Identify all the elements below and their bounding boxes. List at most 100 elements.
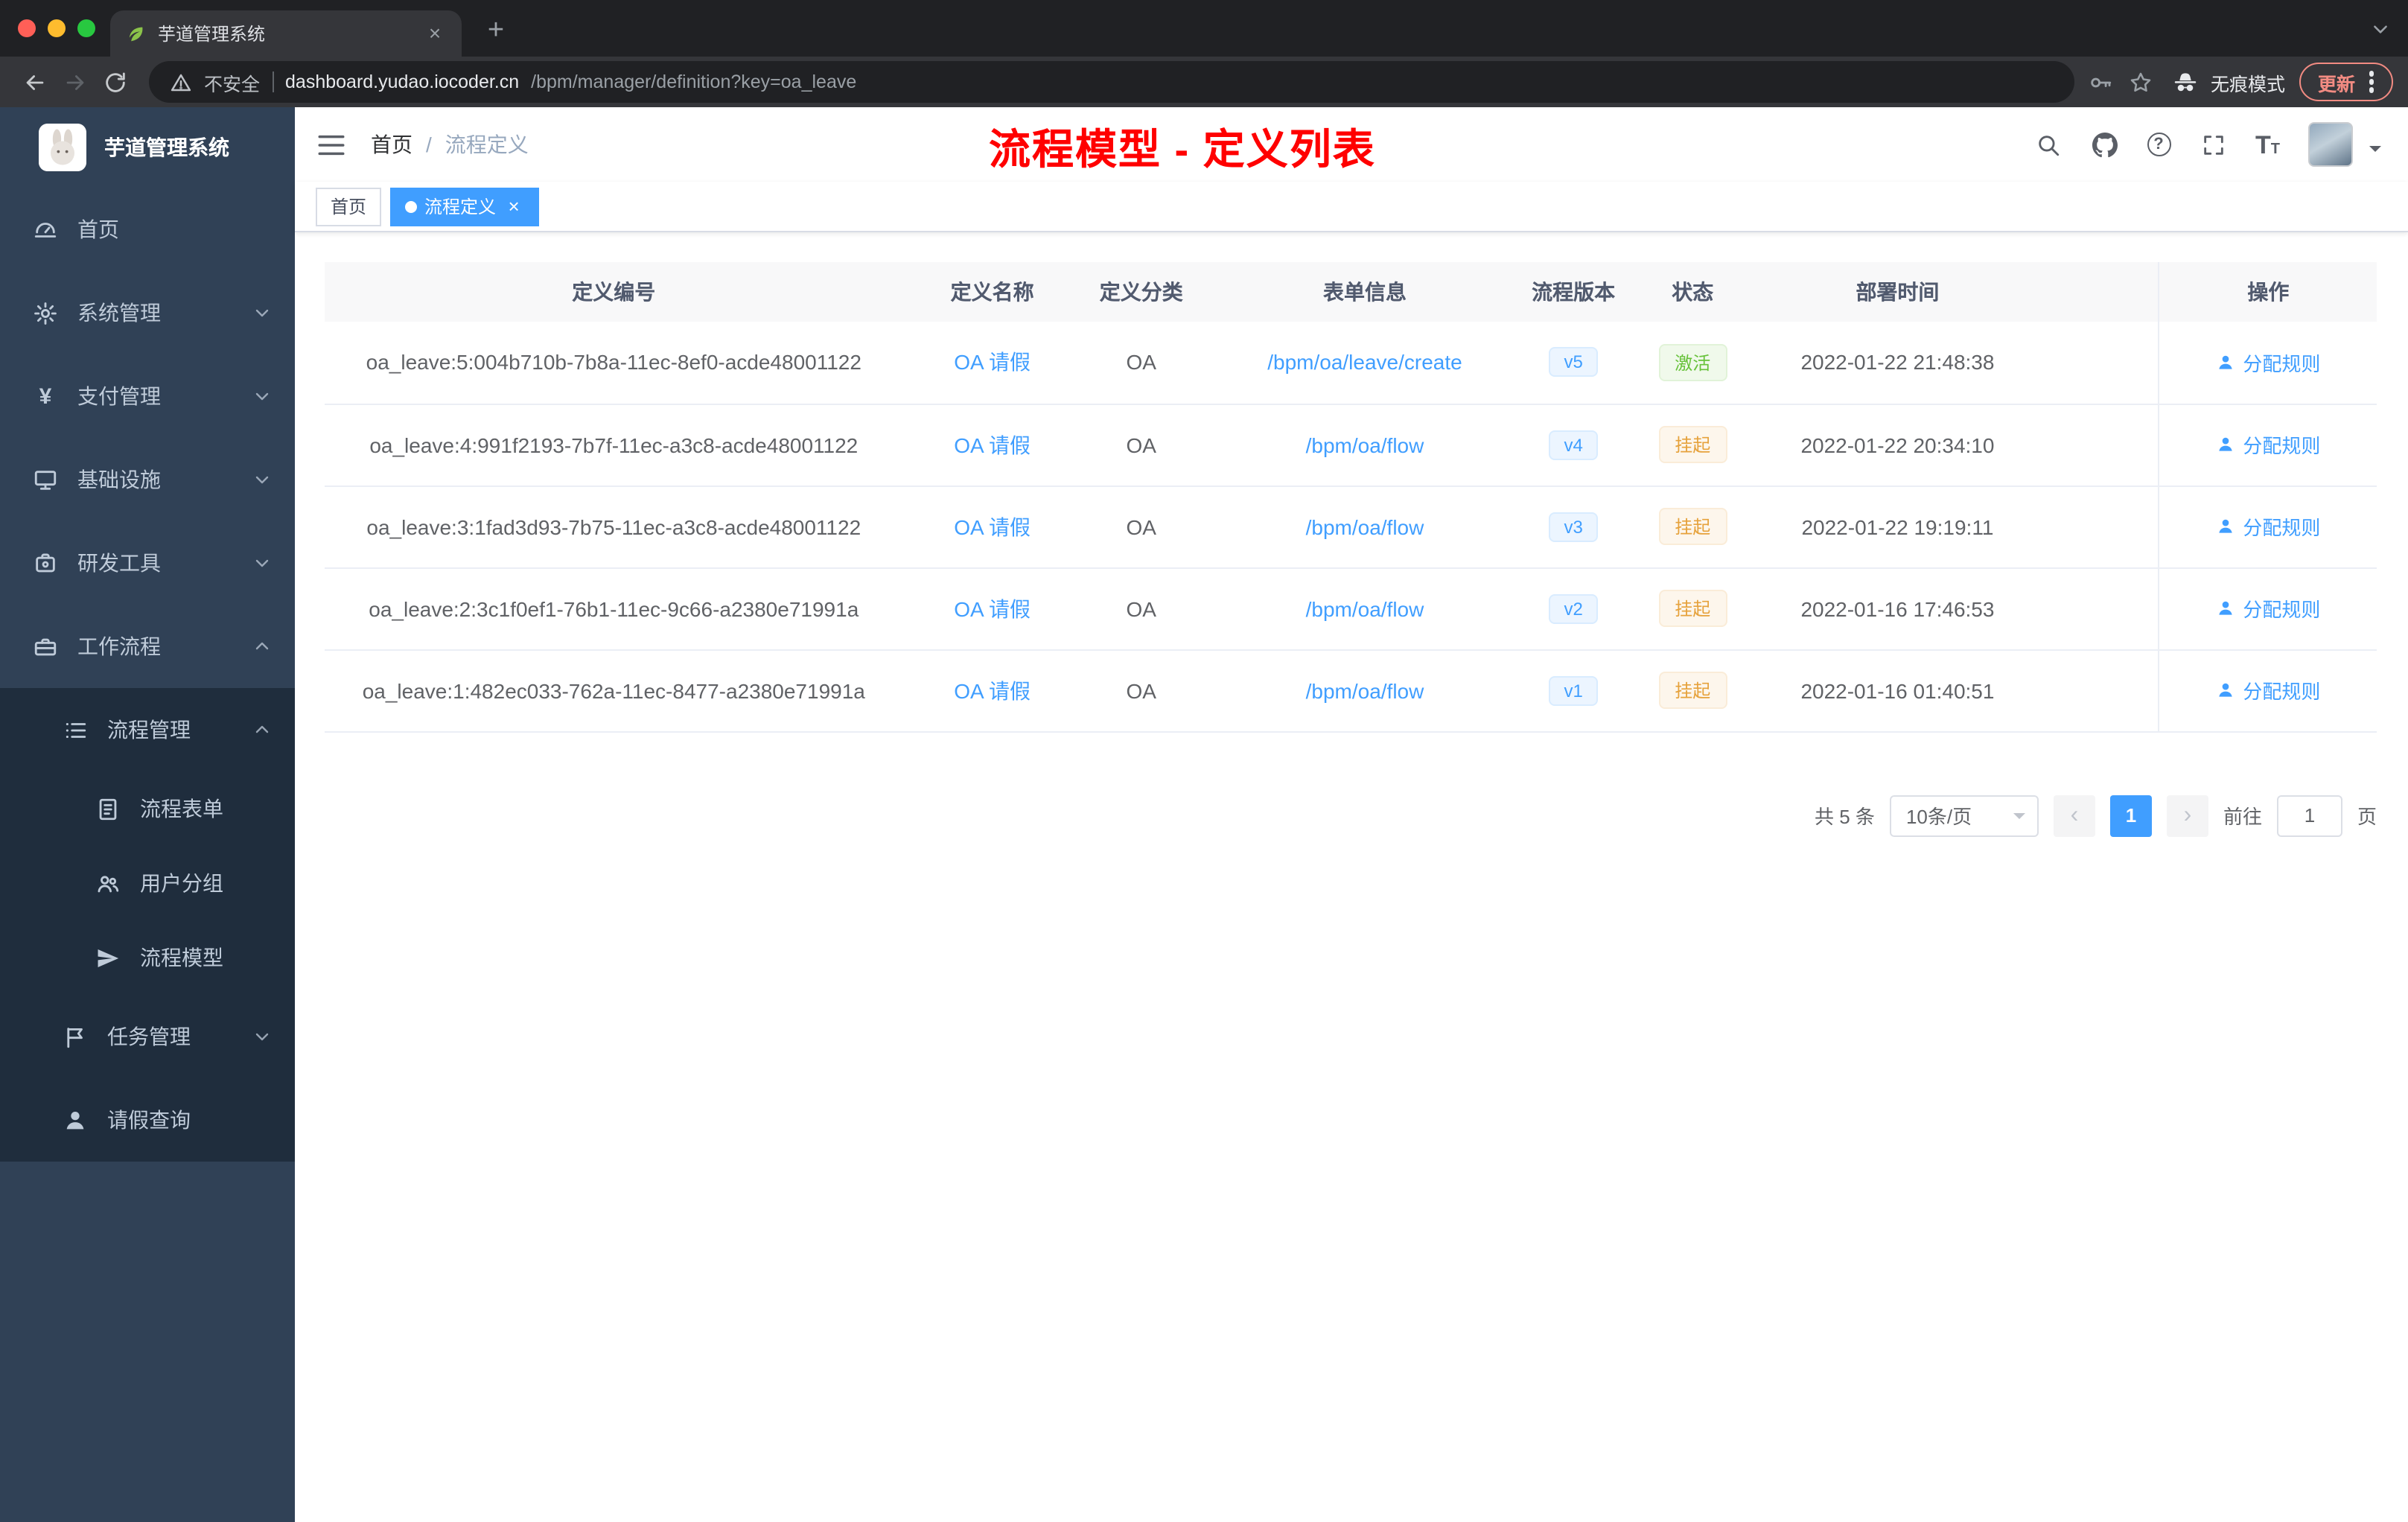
cell-status: 挂起 [1618,649,1768,732]
tab-close-icon[interactable] [423,22,447,45]
col-spacer [2028,262,2159,322]
definition-name-link[interactable]: OA 请假 [954,433,1031,456]
col-version: 流程版本 [1529,262,1619,322]
monitor-icon [33,467,58,492]
sidebar-item-system-mgmt[interactable]: 系统管理 [0,271,295,354]
github-icon[interactable] [2090,130,2118,159]
user-icon [2219,437,2232,451]
sidebar-item-home[interactable]: 首页 [0,188,295,271]
app-window: 芋道管理系统 不安全 dashboard.yudao.iocoder.cn/bp… [0,0,2408,1522]
current-page-button[interactable]: 1 [2109,795,2152,836]
form-info-link[interactable]: /bpm/oa/leave/create [1267,351,1462,375]
form-info-link[interactable]: /bpm/oa/flow [1306,678,1424,702]
briefcase-icon [33,634,58,659]
col-status: 状态 [1618,262,1768,322]
user-icon [2219,683,2232,697]
tag-home[interactable]: 首页 [316,187,382,226]
new-tab-button[interactable] [477,12,515,51]
url-field[interactable]: 不安全 dashboard.yudao.iocoder.cn/bpm/manag… [149,61,2075,103]
cell-spacer [2028,649,2159,732]
main-area: 首页 / 流程定义 流程模型 - 定义列表 首页 [295,107,2408,1522]
total-count: 共 5 条 [1815,806,1875,828]
cell-form-info: /bpm/oa/flow [1200,485,1529,568]
definition-name-link[interactable]: OA 请假 [954,515,1031,538]
tab-search-icon[interactable] [2371,19,2390,39]
table-row: oa_leave:1:482ec033-762a-11ec-8477-a2380… [325,649,2377,732]
avatar[interactable] [2308,122,2353,167]
sidebar-item-label: 系统管理 [77,301,161,325]
form-info-link[interactable]: /bpm/oa/flow [1306,596,1424,620]
cell-actions: 分配规则 [2158,322,2377,404]
window-minimize-button[interactable] [48,19,66,37]
window-close-button[interactable] [18,19,36,37]
back-button[interactable] [15,62,55,102]
search-icon[interactable] [2033,130,2062,159]
assign-rule-link[interactable]: 分配规则 [2216,430,2320,459]
status-badge: 挂起 [1658,508,1727,545]
security-label[interactable]: 不安全 [204,68,260,96]
form-info-link[interactable]: /bpm/oa/flow [1306,515,1424,538]
cell-deploy-time: 2022-01-22 20:34:10 [1767,404,2028,486]
cell-deploy-time: 2022-01-22 21:48:38 [1767,322,2028,404]
definition-name-link[interactable]: OA 请假 [954,351,1031,375]
sidebar-logo[interactable]: 芋道管理系统 [0,107,295,188]
cell-spacer [2028,322,2159,404]
sidebar-item-infrastructure[interactable]: 基础设施 [0,438,295,521]
sidebar-item-workflow[interactable]: 工作流程 [0,605,295,688]
assign-rule-link[interactable]: 分配规则 [2216,512,2320,541]
sidebar-item-task-mgmt[interactable]: 任务管理 [0,995,295,1078]
form-info-link[interactable]: /bpm/oa/flow [1306,433,1424,456]
cell-form-info: /bpm/oa/flow [1200,649,1529,732]
gear-icon [33,300,58,325]
browser-tab[interactable]: 芋道管理系统 [110,10,462,57]
sidebar-item-user-group[interactable]: 用户分组 [0,846,295,920]
prev-page-button[interactable] [2053,795,2095,836]
cell-definition-id: oa_leave:1:482ec033-762a-11ec-8477-a2380… [325,649,903,732]
breadcrumb-home[interactable]: 首页 [371,130,413,159]
font-size-icon[interactable] [2255,132,2280,157]
sidebar-item-payment-mgmt[interactable]: 支付管理 [0,354,295,438]
omnibox-divider [272,71,274,92]
table-row: oa_leave:3:1fad3d93-7b75-11ec-a3c8-acde4… [325,485,2377,568]
help-icon[interactable] [2147,133,2170,156]
window-zoom-button[interactable] [77,19,95,37]
cell-definition-id: oa_leave:2:3c1f0ef1-76b1-11ec-9c66-a2380… [325,567,903,650]
url-path: /bpm/manager/definition?key=oa_leave [531,71,857,92]
sidebar-item-label: 请假查询 [107,1108,191,1132]
assign-rule-link[interactable]: 分配规则 [2216,676,2320,704]
sidebar-collapse-icon[interactable] [316,129,347,160]
fullscreen-icon[interactable] [2199,130,2227,159]
bookmark-star-icon[interactable] [2129,69,2154,95]
sidebar-item-dev-tools[interactable]: 研发工具 [0,521,295,605]
flag-icon [63,1024,88,1049]
cell-definition-name: OA 请假 [902,485,1082,568]
sidebar: 芋道管理系统 首页 系统管理 支付管理 基础设施 [0,107,295,1522]
chevron-down-icon [253,1028,271,1045]
avatar-caret-icon[interactable] [2369,145,2381,157]
tag-close-icon[interactable] [503,196,524,217]
goto-page-input[interactable] [2276,795,2342,836]
update-chip[interactable]: 更新 [2299,63,2393,101]
tag-process-definition[interactable]: 流程定义 [390,187,540,226]
sidebar-item-label: 支付管理 [77,384,161,408]
assign-rule-link[interactable]: 分配规则 [2216,348,2320,377]
status-badge: 激活 [1658,343,1727,381]
page-size-select[interactable]: 10条/页 [1889,795,2039,836]
url-host: dashboard.yudao.iocoder.cn [285,71,520,92]
person-icon [63,1107,88,1133]
sidebar-item-process-mgmt[interactable]: 流程管理 [0,688,295,771]
sidebar-item-process-model[interactable]: 流程模型 [0,920,295,995]
table-header-row: 定义编号 定义名称 定义分类 表单信息 流程版本 状态 部署时间 操作 [325,262,2377,322]
definition-name-link[interactable]: OA 请假 [954,678,1031,702]
next-page-button[interactable] [2166,795,2208,836]
browser-menu-icon[interactable] [2369,79,2374,85]
reload-button[interactable] [95,62,136,102]
version-badge: v1 [1549,675,1598,705]
forward-button[interactable] [55,62,95,102]
assign-rule-link[interactable]: 分配规则 [2216,594,2320,623]
definition-name-link[interactable]: OA 请假 [954,596,1031,620]
sidebar-item-leave-query[interactable]: 请假查询 [0,1078,295,1162]
password-key-icon[interactable] [2089,69,2114,95]
sidebar-item-process-form[interactable]: 流程表单 [0,771,295,846]
favicon-icon [129,26,143,41]
